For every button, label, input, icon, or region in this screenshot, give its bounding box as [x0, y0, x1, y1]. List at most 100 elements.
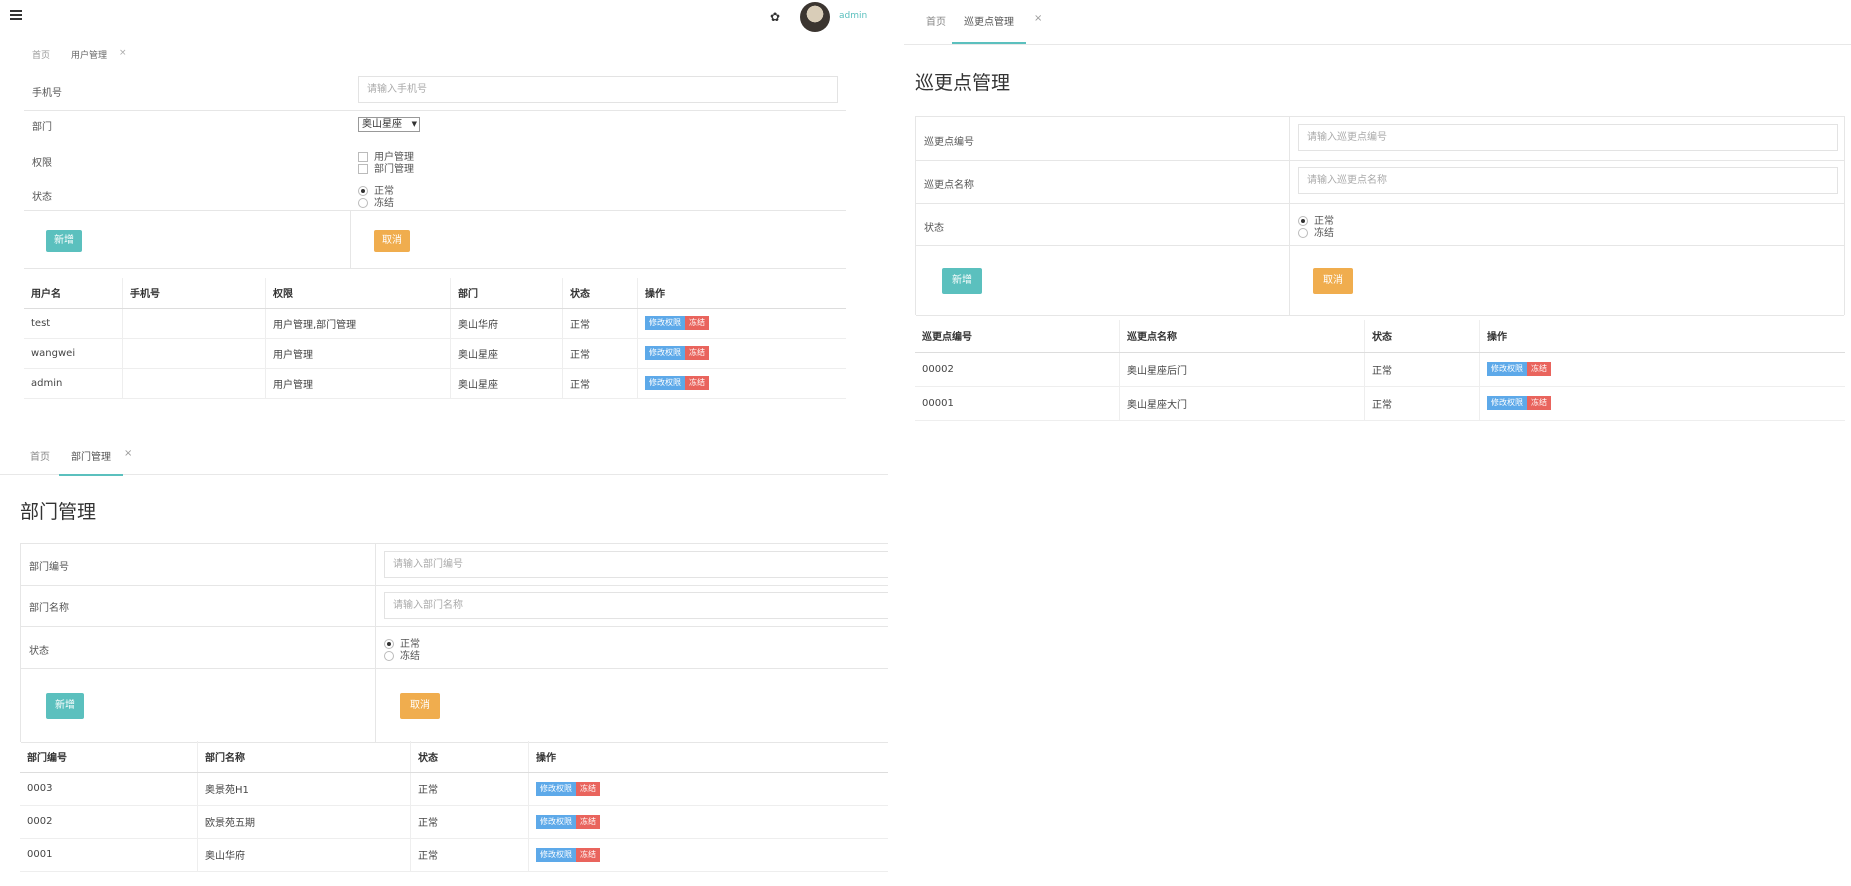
- cell-code: 0002: [20, 805, 198, 839]
- status-frozen-radio[interactable]: 冻结: [1298, 224, 1334, 239]
- cancel-button[interactable]: 取消: [374, 230, 410, 252]
- edit-perm-button[interactable]: 修改权限: [645, 376, 685, 390]
- cell-name: 奥山华府: [197, 838, 411, 872]
- cell-status: 正常: [410, 838, 529, 872]
- tab-bar: 首页 用户管理 ×: [0, 44, 870, 64]
- palette-icon[interactable]: ✿: [770, 10, 780, 24]
- add-button[interactable]: 新增: [46, 230, 82, 252]
- edit-perm-button[interactable]: 修改权限: [536, 814, 576, 829]
- table-row: 00001 奥山星座大门 正常 修改权限 冻结: [915, 386, 1845, 421]
- cell-status: 正常: [562, 338, 638, 369]
- col-header: 巡更点名称: [1119, 320, 1365, 353]
- tab-close-icon[interactable]: ×: [119, 48, 127, 58]
- cell-actions: 修改权限 冻结: [637, 308, 846, 339]
- cell-code: 00001: [915, 386, 1120, 421]
- chevron-down-icon: ▼: [411, 120, 417, 128]
- username-label[interactable]: admin: [839, 11, 867, 21]
- tab-dept-management[interactable]: 部门管理: [59, 448, 123, 476]
- phone-label: 手机号: [32, 88, 62, 99]
- cell-actions: 修改权限 冻结: [528, 805, 888, 839]
- dept-table: 部门编号 部门名称 状态 操作 0003 奥景苑H1 正常 修改权限 冻结 000…: [20, 741, 888, 872]
- cancel-button[interactable]: 取消: [1313, 268, 1353, 294]
- user-management-panel: ✿ admin 首页 用户管理 × 手机号 请输入手机号 部门 奥山星座 ▼ 权限…: [0, 0, 870, 420]
- table-row: admin 用户管理 奥山星座 正常 修改权限 冻结: [24, 368, 846, 399]
- tab-close-icon[interactable]: ×: [1034, 13, 1042, 24]
- dept-form: 部门编号 请输入部门编号 部门名称 请输入部门名称 状态 正常 冻结 新增 取消: [20, 543, 888, 743]
- cell-perm: 用户管理,部门管理: [265, 308, 451, 339]
- add-button[interactable]: 新增: [942, 268, 982, 294]
- menu-icon[interactable]: [10, 10, 22, 22]
- cell-dept: 奥山星座: [450, 368, 563, 399]
- status-label: 状态: [29, 646, 49, 657]
- status-label: 状态: [924, 223, 944, 234]
- status-label: 状态: [32, 192, 52, 203]
- edit-perm-button[interactable]: 修改权限: [1487, 362, 1527, 376]
- dept-code-input[interactable]: 请输入部门编号: [384, 551, 888, 578]
- patrol-code-input[interactable]: 请输入巡更点编号: [1298, 124, 1838, 151]
- cell-code: 0001: [20, 838, 198, 872]
- freeze-button[interactable]: 冻结: [685, 376, 709, 390]
- cell-actions: 修改权限 冻结: [1479, 386, 1845, 421]
- patrol-form: 巡更点编号 请输入巡更点编号 巡更点名称 请输入巡更点名称 状态 正常 冻结 新…: [915, 116, 1845, 316]
- cell-actions: 修改权限 冻结: [528, 772, 888, 806]
- col-header: 状态: [410, 741, 529, 773]
- cell-username: test: [24, 308, 123, 339]
- freeze-button[interactable]: 冻结: [576, 781, 600, 796]
- status-frozen-radio[interactable]: 冻结: [384, 647, 420, 662]
- table-row: test 用户管理,部门管理 奥山华府 正常 修改权限 冻结: [24, 308, 846, 339]
- table-row: 0002 欧景苑五期 正常 修改权限 冻结: [20, 805, 888, 839]
- cell-name: 奥山星座大门: [1119, 386, 1365, 421]
- cell-status: 正常: [1364, 352, 1480, 387]
- tab-home[interactable]: 首页: [30, 448, 50, 463]
- cell-perm: 用户管理: [265, 338, 451, 369]
- edit-perm-button[interactable]: 修改权限: [536, 847, 576, 862]
- col-header: 权限: [265, 278, 451, 309]
- dept-label: 部门: [32, 122, 52, 133]
- tab-user-management[interactable]: 用户管理: [71, 48, 107, 61]
- tab-home[interactable]: 首页: [32, 48, 50, 61]
- avatar[interactable]: [800, 2, 830, 32]
- patrol-table: 巡更点编号 巡更点名称 状态 操作 00002 奥山星座后门 正常 修改权限 冻结…: [915, 320, 1845, 421]
- table-row: 00002 奥山星座后门 正常 修改权限 冻结: [915, 352, 1845, 387]
- col-header: 部门名称: [197, 741, 411, 773]
- tab-home[interactable]: 首页: [926, 13, 946, 28]
- patrol-name-input[interactable]: 请输入巡更点名称: [1298, 167, 1838, 194]
- col-header: 操作: [637, 278, 846, 309]
- edit-perm-button[interactable]: 修改权限: [645, 346, 685, 360]
- dept-code-label: 部门编号: [29, 562, 69, 573]
- cancel-button[interactable]: 取消: [400, 693, 440, 719]
- patrol-code-label: 巡更点编号: [924, 137, 974, 148]
- edit-perm-button[interactable]: 修改权限: [645, 316, 685, 330]
- cell-status: 正常: [410, 772, 529, 806]
- cell-status: 正常: [562, 368, 638, 399]
- tab-patrol-management[interactable]: 巡更点管理: [952, 13, 1026, 44]
- freeze-button[interactable]: 冻结: [685, 316, 709, 330]
- table-row: 0003 奥景苑H1 正常 修改权限 冻结: [20, 772, 888, 806]
- tab-close-icon[interactable]: ×: [124, 448, 132, 459]
- add-button[interactable]: 新增: [46, 693, 84, 719]
- dept-name-input[interactable]: 请输入部门名称: [384, 592, 888, 619]
- patrol-point-panel: 首页 巡更点管理 × 巡更点管理 巡更点编号 请输入巡更点编号 巡更点名称 请输…: [904, 0, 1851, 430]
- freeze-button[interactable]: 冻结: [576, 847, 600, 862]
- cell-actions: 修改权限 冻结: [528, 838, 888, 872]
- phone-input[interactable]: 请输入手机号: [358, 76, 838, 103]
- cell-phone: [122, 368, 266, 399]
- cell-dept: 奥山星座: [450, 338, 563, 369]
- freeze-button[interactable]: 冻结: [1527, 362, 1551, 376]
- freeze-button[interactable]: 冻结: [576, 814, 600, 829]
- col-header: 巡更点编号: [915, 320, 1120, 353]
- cell-actions: 修改权限 冻结: [637, 338, 846, 369]
- perm-dept-checkbox[interactable]: 部门管理: [358, 160, 414, 175]
- status-frozen-radio[interactable]: 冻结: [358, 194, 394, 209]
- user-table: 用户名 手机号 权限 部门 状态 操作 test 用户管理,部门管理 奥山华府 …: [24, 278, 846, 399]
- tab-bar: 首页 巡更点管理 ×: [904, 0, 1851, 45]
- dept-select[interactable]: 奥山星座 ▼: [358, 117, 420, 132]
- col-header: 状态: [562, 278, 638, 309]
- tab-bar: 首页 部门管理 ×: [0, 436, 888, 476]
- edit-perm-button[interactable]: 修改权限: [536, 781, 576, 796]
- edit-perm-button[interactable]: 修改权限: [1487, 396, 1527, 410]
- cell-status: 正常: [1364, 386, 1480, 421]
- freeze-button[interactable]: 冻结: [685, 346, 709, 360]
- freeze-button[interactable]: 冻结: [1527, 396, 1551, 410]
- cell-name: 欧景苑五期: [197, 805, 411, 839]
